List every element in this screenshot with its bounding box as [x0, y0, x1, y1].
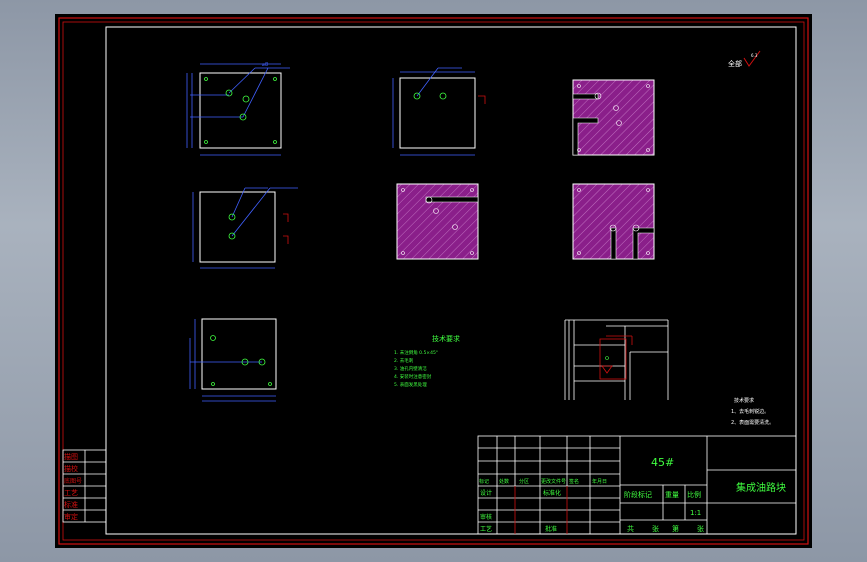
cad-drawing-canvas[interactable]: ⌀8 技术要求 1. 未注倒角 0.5×45° 2. 去毛刺 3. 油孔内壁清洁…: [0, 0, 867, 562]
approve-label: 批准: [545, 525, 557, 533]
section-view-c[interactable]: [572, 183, 655, 260]
tech-req-item: 3. 油孔内壁清洁: [394, 365, 427, 372]
stage-label: 阶段标记: [624, 490, 652, 499]
header-cell: 标记: [479, 478, 489, 485]
header-cell: 分区: [519, 478, 529, 485]
header-cell: 更改文件号: [541, 478, 566, 485]
section-view-a[interactable]: [572, 79, 655, 156]
review-label: 审核: [480, 513, 492, 521]
material-label: 45#: [651, 456, 674, 469]
strip-label: 工艺: [64, 489, 78, 497]
tech-req-item: 5. 表面发黑处理: [394, 381, 427, 388]
strip-label: 标准: [64, 500, 78, 509]
tech-req-title: 技术要求: [432, 334, 460, 343]
strip-label: 底图号: [64, 477, 82, 485]
svg-text:⌀8: ⌀8: [262, 62, 268, 68]
standardization-label: 标准化: [543, 489, 561, 497]
header-cell: 处数: [499, 478, 509, 485]
strip-label: 描校: [64, 464, 78, 473]
part-name: 集成油路块: [736, 481, 786, 494]
sheet-label: 张: [652, 524, 659, 533]
roughness-value: 6.3: [751, 53, 758, 58]
design-label: 设计: [480, 489, 492, 497]
detail-note-title: 技术要求: [734, 397, 754, 404]
sheet-label: 共: [627, 524, 634, 533]
process-label: 工艺: [480, 525, 492, 533]
header-cell: 年月日: [592, 478, 607, 485]
detail-note-item: 2、表面需要清洗。: [731, 419, 774, 426]
scale-label: 比例: [687, 490, 701, 499]
tech-req-item: 1. 未注倒角 0.5×45°: [394, 349, 438, 356]
tech-req-item: 2. 去毛刺: [394, 357, 414, 364]
sheet-label: 第: [672, 524, 679, 533]
section-view-b[interactable]: [396, 183, 479, 260]
strip-label: 审定: [64, 512, 78, 521]
tech-req-item: 4. 安装时注意密封: [394, 373, 432, 380]
detail-note-item: 1、去毛刺锐边。: [731, 408, 769, 415]
header-cell: 签名: [569, 478, 579, 485]
strip-label: 描图: [64, 452, 78, 461]
sheet-label: 张: [697, 524, 704, 533]
model-space[interactable]: [55, 14, 812, 548]
weight-label: 重量: [665, 491, 679, 499]
roughness-label: 全部: [728, 59, 742, 68]
scale-value: 1:1: [690, 509, 701, 517]
